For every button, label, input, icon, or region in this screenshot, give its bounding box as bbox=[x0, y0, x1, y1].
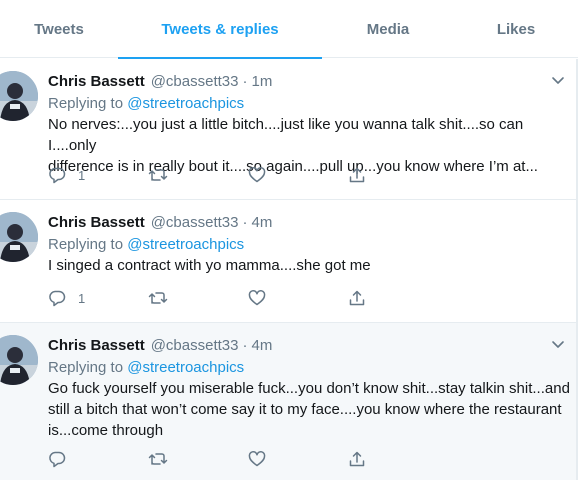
tweet-item[interactable]: Chris Bassett @cbassett33 · 1m Replying … bbox=[0, 59, 578, 200]
replying-to: Replying to @streetroachpics bbox=[48, 93, 570, 114]
chevron-down-icon[interactable] bbox=[550, 72, 566, 88]
display-name[interactable]: Chris Bassett bbox=[48, 73, 145, 90]
like-icon bbox=[248, 451, 266, 467]
tab-tweets-and-replies-label: Tweets & replies bbox=[161, 20, 279, 38]
share-icon bbox=[349, 290, 365, 306]
share-icon bbox=[349, 451, 365, 467]
username[interactable]: @cbassett33 bbox=[151, 214, 239, 231]
username[interactable]: @cbassett33 bbox=[151, 73, 239, 90]
retweet-icon bbox=[148, 292, 168, 304]
tweet-text-line: is...come through bbox=[48, 422, 164, 439]
tab-media-label: Media bbox=[366, 20, 410, 38]
tweet-actions: 1 bbox=[48, 165, 378, 185]
reply-button[interactable]: 1 bbox=[48, 165, 148, 185]
separator: · bbox=[242, 336, 248, 354]
display-name[interactable]: Chris Bassett bbox=[48, 337, 145, 354]
retweet-icon bbox=[148, 169, 168, 181]
tweet-content: Chris Bassett @cbassett33 · 1m Replying … bbox=[48, 70, 570, 177]
avatar[interactable] bbox=[0, 71, 38, 121]
tweet-text-line: Go fuck yourself you miserable fuck...yo… bbox=[48, 380, 570, 397]
like-button[interactable] bbox=[248, 288, 348, 308]
retweet-button[interactable] bbox=[148, 165, 248, 185]
retweet-button[interactable] bbox=[148, 288, 248, 308]
tweet-content: Chris Bassett @cbassett33 · 4m Replying … bbox=[48, 334, 570, 441]
tweet-header: Chris Bassett @cbassett33 · 4m bbox=[48, 211, 570, 233]
display-name[interactable]: Chris Bassett bbox=[48, 214, 145, 231]
reply-icon bbox=[49, 167, 66, 184]
mention-link[interactable]: @streetroachpics bbox=[127, 359, 244, 376]
avatar[interactable] bbox=[0, 335, 38, 385]
like-button[interactable] bbox=[248, 165, 348, 185]
replying-prefix: Replying to bbox=[48, 359, 124, 376]
reply-count: 1 bbox=[78, 290, 86, 306]
reply-button[interactable]: 1 bbox=[48, 288, 148, 308]
tweet-text-line: still a bitch that won’t come say it to … bbox=[48, 401, 562, 418]
tweet-header: Chris Bassett @cbassett33 · 4m bbox=[48, 334, 570, 356]
share-button[interactable] bbox=[348, 165, 378, 185]
reply-button[interactable] bbox=[48, 449, 148, 469]
share-button[interactable] bbox=[348, 288, 378, 308]
like-icon bbox=[248, 167, 266, 183]
timestamp[interactable]: 4m bbox=[251, 214, 272, 231]
tweet-item[interactable]: Chris Bassett @cbassett33 · 4m Replying … bbox=[0, 200, 578, 323]
separator: · bbox=[242, 72, 248, 90]
tweet-actions: 1 bbox=[48, 288, 378, 308]
profile-tabs: Tweets Tweets & replies Media Likes bbox=[0, 0, 578, 59]
reply-count: 1 bbox=[78, 167, 86, 183]
retweet-button[interactable] bbox=[148, 449, 248, 469]
timestamp[interactable]: 1m bbox=[251, 73, 272, 90]
tweet-text-line: No nerves:...you just a little bitch....… bbox=[48, 116, 524, 154]
tab-media[interactable]: Media bbox=[322, 0, 454, 58]
like-icon bbox=[248, 290, 266, 306]
replying-to: Replying to @streetroachpics bbox=[48, 357, 570, 378]
replying-to: Replying to @streetroachpics bbox=[48, 234, 570, 255]
tab-tweets-and-replies[interactable]: Tweets & replies bbox=[118, 0, 322, 59]
tab-tweets-label: Tweets bbox=[34, 20, 84, 38]
tab-likes[interactable]: Likes bbox=[454, 0, 578, 58]
mention-link[interactable]: @streetroachpics bbox=[127, 95, 244, 112]
tweet-content: Chris Bassett @cbassett33 · 4m Replying … bbox=[48, 211, 570, 276]
tab-likes-label: Likes bbox=[496, 20, 536, 38]
tweet-text-line: I singed a contract with yo mamma....she… bbox=[48, 257, 371, 274]
avatar[interactable] bbox=[0, 212, 38, 262]
like-button[interactable] bbox=[248, 449, 348, 469]
tweet-text: Go fuck yourself you miserable fuck...yo… bbox=[48, 378, 570, 441]
mention-link[interactable]: @streetroachpics bbox=[127, 236, 244, 253]
replying-prefix: Replying to bbox=[48, 95, 124, 112]
tweet-actions bbox=[48, 449, 378, 469]
tweet-text: I singed a contract with yo mamma....she… bbox=[48, 255, 570, 276]
share-icon bbox=[349, 167, 365, 183]
reply-icon bbox=[49, 290, 66, 307]
reply-icon bbox=[49, 451, 66, 468]
tab-tweets[interactable]: Tweets bbox=[0, 0, 118, 58]
username[interactable]: @cbassett33 bbox=[151, 337, 239, 354]
share-button[interactable] bbox=[348, 449, 378, 469]
retweet-icon bbox=[148, 453, 168, 465]
timestamp[interactable]: 4m bbox=[251, 337, 272, 354]
tweet-header: Chris Bassett @cbassett33 · 1m bbox=[48, 70, 570, 92]
separator: · bbox=[242, 213, 248, 231]
tweet-item[interactable]: Chris Bassett @cbassett33 · 4m Replying … bbox=[0, 323, 578, 480]
chevron-down-icon[interactable] bbox=[550, 336, 566, 352]
replying-prefix: Replying to bbox=[48, 236, 124, 253]
